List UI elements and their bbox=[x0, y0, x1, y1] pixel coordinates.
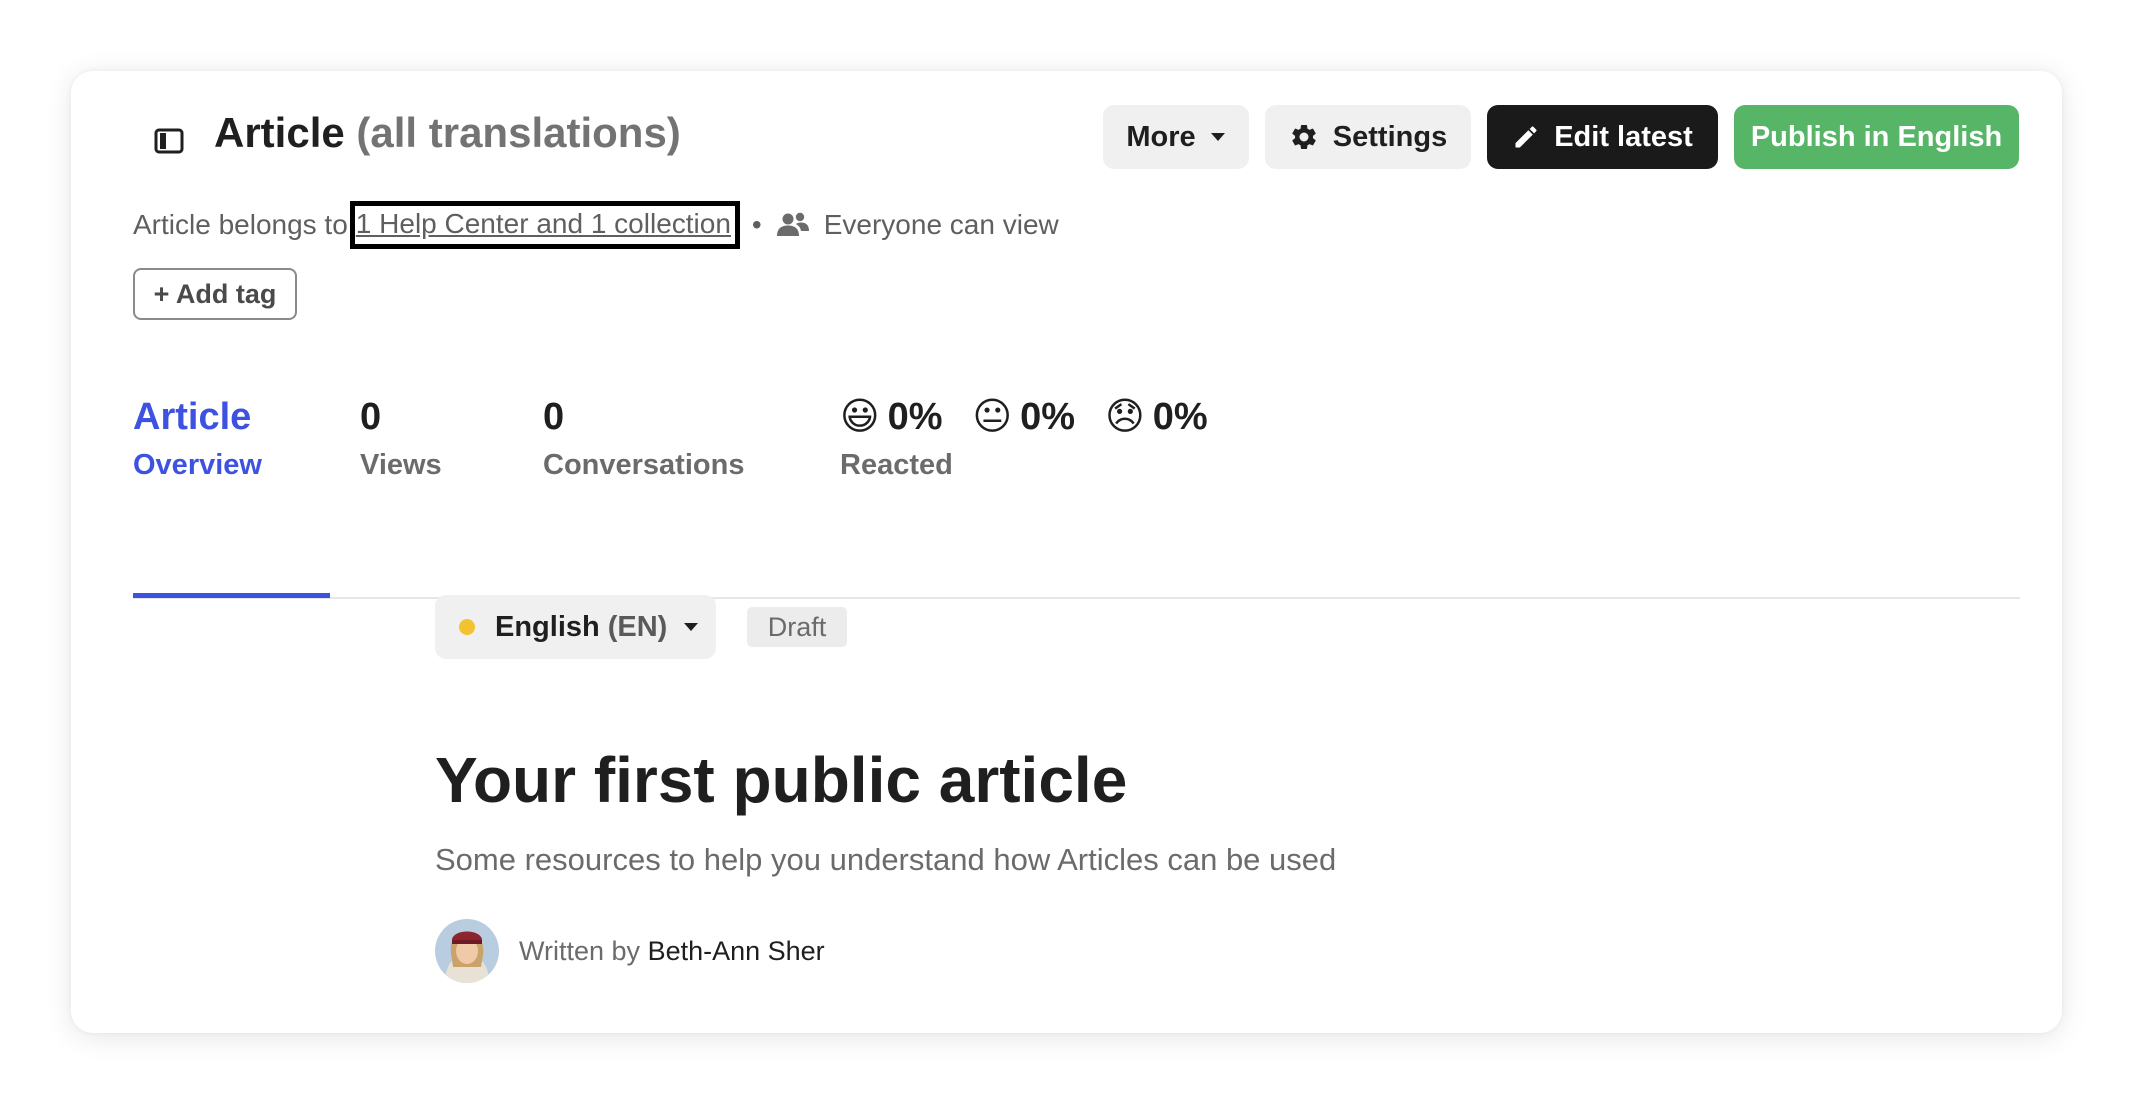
reaction-happy: 😃 0% bbox=[840, 391, 943, 443]
pencil-icon bbox=[1515, 126, 1537, 148]
publish-button-label: Publish in English bbox=[1750, 120, 2003, 153]
reacted-label: Reacted bbox=[840, 449, 953, 481]
author-name[interactable]: Beth-Ann Sher bbox=[648, 936, 825, 966]
page-title: Article (all translations) bbox=[214, 109, 681, 157]
sad-emoji-icon: 😞 bbox=[1105, 396, 1145, 438]
page-title-main: Article bbox=[214, 109, 345, 156]
publish-button[interactable]: Publish in English bbox=[1734, 105, 2019, 169]
more-button-label: More bbox=[1126, 120, 1196, 153]
add-tag-button[interactable]: + Add tag bbox=[133, 268, 297, 320]
conversations-count: 0 bbox=[543, 396, 565, 438]
avatar bbox=[435, 919, 499, 983]
written-by-label: Written by bbox=[519, 935, 641, 966]
tab-overview-subtitle: Overview bbox=[133, 449, 262, 481]
separator-dot: • bbox=[751, 209, 762, 240]
page-title-suffix: (all translations) bbox=[356, 109, 681, 156]
views-label: Views bbox=[360, 449, 442, 481]
article-card: Article (all translations) More Settings… bbox=[71, 71, 2062, 1033]
tabs-divider bbox=[133, 597, 2020, 599]
caret-down-icon bbox=[1210, 133, 1225, 141]
article-membership: Article belongs to 1 Help Center and 1 c… bbox=[133, 201, 1059, 249]
active-tab-indicator bbox=[133, 593, 330, 598]
tab-reacted[interactable]: 😃 0% 😐 0% 😞 0% Reacted bbox=[840, 391, 1208, 487]
reaction-sad-value: 0% bbox=[1152, 396, 1208, 438]
reaction-stats: 😃 0% 😐 0% 😞 0% bbox=[840, 391, 1208, 443]
visibility-indicator[interactable]: Everyone can view bbox=[776, 209, 1059, 241]
reaction-neutral-value: 0% bbox=[1020, 396, 1076, 438]
article-stats-tabs: Article Overview 0 Views 0 Conversations… bbox=[133, 391, 2020, 599]
views-count: 0 bbox=[360, 396, 382, 438]
belongs-prefix: Article belongs to bbox=[133, 209, 348, 240]
status-badge: Draft bbox=[747, 607, 847, 647]
settings-button[interactable]: Settings bbox=[1265, 105, 1471, 169]
gear-icon bbox=[1292, 124, 1316, 149]
language-name: English bbox=[495, 610, 600, 643]
article-title[interactable]: Your first public article bbox=[435, 743, 1127, 817]
caret-down-icon bbox=[684, 623, 699, 631]
conversations-label: Conversations bbox=[543, 449, 745, 481]
help-center-collection-link[interactable]: 1 Help Center and 1 collection bbox=[349, 201, 740, 249]
neutral-emoji-icon: 😐 bbox=[972, 396, 1013, 438]
article-author: Written by Beth-Ann Sher bbox=[435, 919, 825, 983]
draft-status-dot bbox=[459, 619, 475, 635]
tab-overview-title: Article bbox=[133, 396, 252, 438]
article-description[interactable]: Some resources to help you understand ho… bbox=[435, 842, 1336, 878]
author-byline: Written by Beth-Ann Sher bbox=[519, 936, 825, 967]
tab-conversations[interactable]: 0 Conversations bbox=[543, 391, 744, 487]
reaction-sad: 😞 0% bbox=[1105, 391, 1208, 443]
edit-latest-button[interactable]: Edit latest bbox=[1487, 105, 1718, 169]
tab-article-overview[interactable]: Article Overview bbox=[133, 391, 262, 487]
edit-latest-label: Edit latest bbox=[1554, 120, 1693, 153]
tab-views[interactable]: 0 Views bbox=[360, 391, 442, 487]
visibility-label: Everyone can view bbox=[823, 209, 1059, 240]
language-selector[interactable]: English (EN) bbox=[435, 595, 716, 659]
language-code: (EN) bbox=[607, 610, 668, 643]
more-button[interactable]: More bbox=[1103, 105, 1249, 169]
settings-button-label: Settings bbox=[1332, 120, 1448, 153]
happy-emoji-icon: 😃 bbox=[840, 396, 880, 438]
sidebar-toggle-icon[interactable] bbox=[149, 121, 189, 161]
reaction-happy-value: 0% bbox=[887, 396, 943, 438]
reaction-neutral: 😐 0% bbox=[973, 391, 1076, 443]
people-icon bbox=[776, 212, 809, 236]
